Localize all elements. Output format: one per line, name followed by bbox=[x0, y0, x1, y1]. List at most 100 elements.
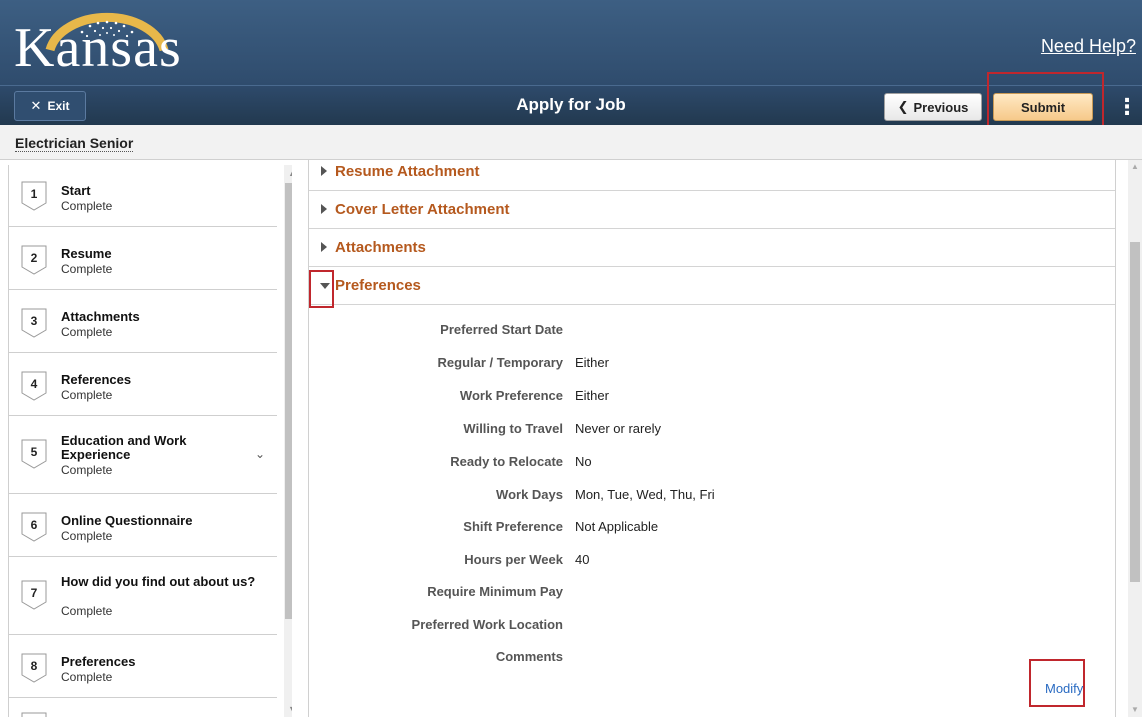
step-number-badge: 1 bbox=[21, 181, 47, 211]
section-cover-letter-attachment[interactable]: Cover Letter Attachment bbox=[309, 191, 1115, 229]
nav-bar: ✕ Exit Apply for Job ❮ Previous Submit ⋮ bbox=[0, 85, 1142, 125]
step-next-partial[interactable] bbox=[9, 699, 277, 717]
field-preferred-start-date: Preferred Start Date bbox=[309, 322, 1109, 342]
section-title: Resume Attachment bbox=[335, 163, 480, 180]
step-status: Complete bbox=[61, 388, 113, 402]
section-attachments[interactable]: Attachments bbox=[309, 229, 1115, 267]
section-title: Attachments bbox=[335, 239, 426, 256]
sidebar-scrollbar[interactable]: ▲ ▼ bbox=[284, 165, 292, 717]
step-number-badge: 4 bbox=[21, 371, 47, 401]
step-label: Attachments bbox=[61, 309, 140, 324]
job-title-bar: Electrician Senior bbox=[0, 125, 1142, 160]
field-regular-temporary: Regular / Temporary Either bbox=[309, 355, 1109, 375]
close-icon: ✕ bbox=[30, 98, 42, 113]
step-status: Complete bbox=[61, 463, 113, 477]
field-label: Work Preference bbox=[459, 388, 563, 403]
field-preferred-work-location: Preferred Work Location bbox=[309, 617, 1109, 637]
field-require-minimum-pay: Require Minimum Pay bbox=[309, 584, 1109, 604]
step-references[interactable]: 4 References Complete bbox=[9, 354, 277, 416]
step-start[interactable]: 1 Start Complete bbox=[9, 165, 277, 227]
kansas-logo: Kansas bbox=[14, 2, 184, 84]
step-status: Complete bbox=[61, 529, 113, 543]
step-online-questionnaire[interactable]: 6 Online Questionnaire Complete bbox=[9, 495, 277, 557]
sidebar-scroll-thumb[interactable] bbox=[285, 183, 292, 619]
step-status: Complete bbox=[61, 325, 113, 339]
scroll-down-icon[interactable]: ▼ bbox=[1128, 703, 1142, 717]
step-label: Education and Work Experience bbox=[61, 433, 187, 462]
field-willing-to-travel: Willing to Travel Never or rarely bbox=[309, 421, 1109, 441]
step-label: Online Questionnaire bbox=[61, 513, 193, 528]
step-label: How did you find out about us? bbox=[61, 574, 256, 589]
step-status: Complete bbox=[61, 670, 113, 684]
field-work-preference: Work Preference Either bbox=[309, 388, 1109, 408]
step-preferences[interactable]: 8 Preferences Complete bbox=[9, 636, 277, 698]
field-label: Ready to Relocate bbox=[450, 454, 563, 469]
field-label: Work Days bbox=[496, 487, 563, 502]
field-value: Either bbox=[575, 355, 609, 370]
field-value: Never or rarely bbox=[575, 421, 661, 436]
field-hours-per-week: Hours per Week 40 bbox=[309, 552, 1109, 572]
step-number-badge: 6 bbox=[21, 512, 47, 542]
step-how-did-you-find-out[interactable]: 7 How did you find out about us? Complet… bbox=[9, 558, 277, 635]
step-attachments[interactable]: 3 Attachments Complete bbox=[9, 291, 277, 353]
scroll-down-icon[interactable]: ▼ bbox=[284, 701, 292, 717]
step-number-badge bbox=[21, 712, 47, 717]
field-ready-to-relocate: Ready to Relocate No bbox=[309, 454, 1109, 474]
chevron-down-icon[interactable]: ⌄ bbox=[255, 447, 265, 461]
section-resume-attachment[interactable]: Resume Attachment bbox=[309, 160, 1115, 191]
field-label: Regular / Temporary bbox=[437, 355, 563, 370]
field-value: No bbox=[575, 454, 592, 469]
step-number-badge: 5 bbox=[21, 439, 47, 469]
triangle-right-icon bbox=[321, 166, 327, 176]
field-label: Require Minimum Pay bbox=[427, 584, 563, 599]
triangle-right-icon bbox=[321, 242, 327, 252]
scroll-up-icon[interactable]: ▲ bbox=[1128, 160, 1142, 174]
step-status: Complete bbox=[61, 604, 113, 618]
field-label: Preferred Work Location bbox=[411, 617, 563, 632]
step-status: Complete bbox=[61, 262, 113, 276]
step-number-badge: 3 bbox=[21, 308, 47, 338]
field-value: Not Applicable bbox=[575, 519, 659, 534]
expand-highlight-box bbox=[309, 270, 334, 308]
need-help-link[interactable]: Need Help? bbox=[1041, 36, 1136, 57]
step-label: Preferences bbox=[61, 654, 136, 669]
exit-button[interactable]: ✕ Exit bbox=[14, 91, 86, 121]
step-label: Resume bbox=[61, 246, 112, 261]
field-label: Willing to Travel bbox=[463, 421, 563, 436]
step-number-badge: 7 bbox=[21, 580, 47, 610]
exit-button-label: Exit bbox=[47, 99, 70, 113]
step-resume[interactable]: 2 Resume Complete bbox=[9, 228, 277, 290]
main-scrollbar[interactable]: ▲ ▼ bbox=[1128, 160, 1142, 717]
field-value: Mon, Tue, Wed, Thu, Fri bbox=[575, 487, 715, 502]
step-label: Start bbox=[61, 183, 91, 198]
field-work-days: Work Days Mon, Tue, Wed, Thu, Fri bbox=[309, 487, 1109, 507]
field-comments: Comments bbox=[309, 649, 1109, 669]
section-title: Preferences bbox=[335, 277, 421, 294]
steps-sidebar: 1 Start Complete 2 Resume Complete 3 Att… bbox=[8, 165, 292, 717]
field-value: Either bbox=[575, 388, 609, 403]
job-title[interactable]: Electrician Senior bbox=[15, 135, 134, 152]
step-label: References bbox=[61, 372, 132, 387]
main-scroll-thumb[interactable] bbox=[1130, 242, 1140, 582]
scroll-up-icon[interactable]: ▲ bbox=[284, 165, 292, 181]
main-content: Resume Attachment Cover Letter Attachmen… bbox=[308, 160, 1116, 717]
step-education-and-work-experience[interactable]: 5 Education and Work Experience Complete… bbox=[9, 417, 277, 494]
triangle-right-icon bbox=[321, 204, 327, 214]
more-options-icon[interactable]: ⋮ bbox=[1116, 94, 1138, 120]
chevron-left-icon: ❮ bbox=[897, 99, 909, 114]
section-preferences[interactable]: Preferences bbox=[309, 267, 1115, 305]
step-status: Complete bbox=[61, 199, 113, 213]
page-banner: Kansas Need Help? bbox=[0, 0, 1142, 85]
field-label: Shift Preference bbox=[463, 519, 563, 534]
field-value: 40 bbox=[575, 552, 590, 567]
modify-highlight-box bbox=[1029, 659, 1085, 707]
step-number-badge: 8 bbox=[21, 653, 47, 683]
field-label: Preferred Start Date bbox=[440, 322, 563, 337]
previous-button-label: Previous bbox=[913, 99, 969, 115]
previous-button[interactable]: ❮ Previous bbox=[884, 93, 982, 121]
logo-text: Kansas bbox=[14, 17, 182, 79]
field-label: Hours per Week bbox=[464, 552, 563, 567]
field-label: Comments bbox=[495, 649, 563, 664]
section-title: Cover Letter Attachment bbox=[335, 201, 510, 218]
field-shift-preference: Shift Preference Not Applicable bbox=[309, 519, 1109, 539]
